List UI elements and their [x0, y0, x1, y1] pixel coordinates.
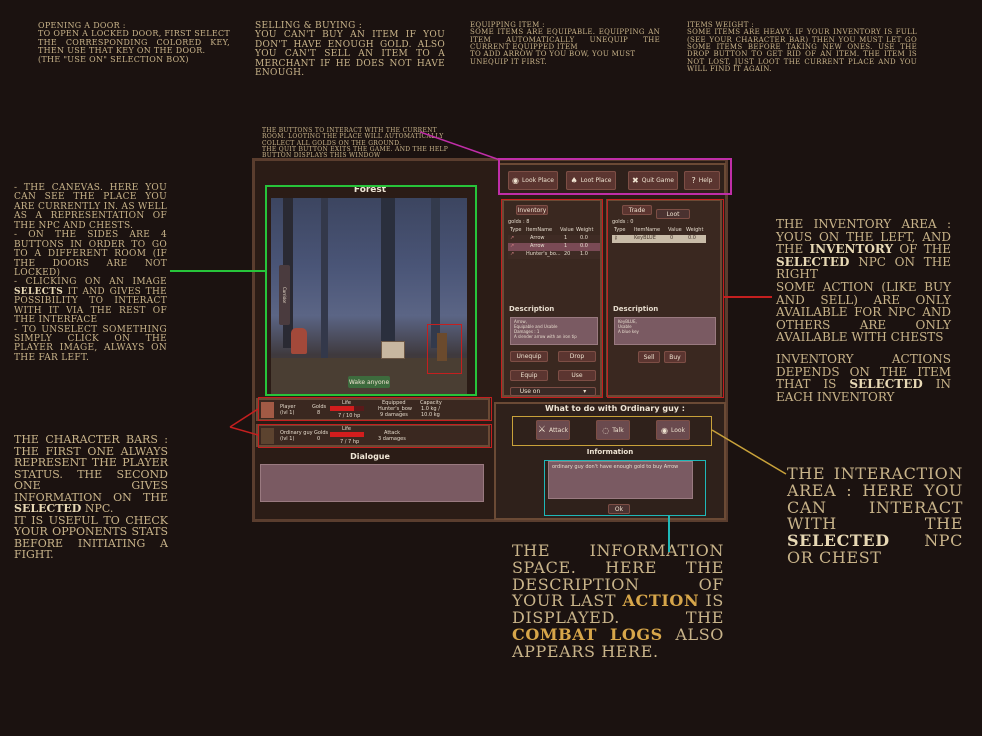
bars-pointer — [229, 408, 259, 436]
chevron-down-icon: ▾ — [583, 388, 587, 395]
note-inventory-area: The inventory area : yous on the left, a… — [776, 217, 951, 404]
player-inventory-table: Type ItemName Value Weight ↗ Arrow 1 0.0… — [508, 227, 600, 259]
dialogue-box — [260, 464, 484, 502]
tab-loot[interactable]: Loot — [656, 209, 690, 219]
bag-icon: ♠ — [570, 176, 578, 185]
eye-icon: ◉ — [660, 425, 668, 435]
tab-trade[interactable]: Trade — [622, 205, 652, 215]
room-buttons-panel: ◉ Look Place ♠ Loot Place ✖ Quit Game ? Help — [498, 163, 726, 195]
arrow-icon: ↗ — [510, 243, 515, 249]
talk-button[interactable]: ◌ Talk — [596, 420, 630, 440]
use-on-select[interactable]: Use on ▾ — [510, 387, 596, 396]
cross-icon: ✖ — [631, 176, 639, 185]
inventory-pointer — [724, 296, 772, 298]
description-title: Description — [509, 305, 555, 313]
use-button[interactable]: Use — [558, 370, 596, 381]
swords-icon: ⚔ — [537, 425, 546, 435]
avatar[interactable] — [261, 402, 274, 418]
information-box: ordinary guy don't have enough gold to b… — [548, 461, 693, 499]
interaction-pointer — [711, 429, 787, 475]
arrow-icon: ↗ — [510, 235, 515, 241]
npc-sprite[interactable] — [437, 333, 447, 361]
note-canvas: - The canevas. Here you can see the plac… — [14, 183, 167, 363]
player-gold: golds : 8 — [508, 219, 530, 225]
life-bar — [330, 406, 364, 411]
key-icon: ⚷ — [614, 235, 618, 241]
question-icon: ? — [691, 176, 696, 185]
npc-gold: golds : 0 — [612, 219, 634, 225]
table-header: Type ItemName Value Weight — [614, 227, 704, 233]
speech-bubble-icon: ◌ — [602, 425, 610, 435]
tab-inventory[interactable]: Inventory — [516, 205, 548, 215]
what-to-do-title: What to do with Ordinary guy : — [545, 404, 685, 413]
avatar[interactable] — [261, 428, 274, 444]
item-description: Arrow, Equipable and Usable Damages : 1 … — [510, 317, 598, 345]
place-canvas[interactable]: Wake anyone — [271, 198, 467, 394]
buy-button[interactable]: Buy — [664, 351, 686, 363]
dialogue-title: Dialogue — [350, 452, 390, 461]
wake-anyone-button[interactable]: Wake anyone — [348, 376, 390, 388]
bow-icon: ↗ — [510, 251, 515, 257]
unequip-button[interactable]: Unequip — [510, 351, 548, 362]
tree-trunk — [431, 198, 440, 348]
player-inventory-panel: Inventory golds : 8 Type ItemName Value … — [502, 199, 602, 397]
life-bar — [330, 432, 364, 437]
buttons-pointer — [420, 131, 501, 161]
npc-status-bar: Ordinary guy (lvl 1) Golds 0 Life 7 / 7 … — [256, 424, 490, 447]
note-opening-door: Opening a door : To open a locked door, … — [38, 21, 231, 64]
equip-button[interactable]: Equip — [510, 370, 548, 381]
corridor-door-button[interactable]: Corridor — [279, 265, 290, 325]
information-pointer — [668, 516, 670, 552]
description-title: Description — [613, 305, 659, 313]
player-status-bar: Player (lvl 1) Golds 8 Life 7 / 10 hp Eq… — [256, 398, 490, 421]
look-place-button[interactable]: ◉ Look Place — [508, 171, 558, 190]
note-items-weight: Items weight : Some items are heavy. If … — [687, 21, 917, 74]
table-row[interactable]: ↗ Arrow 1 0.0 — [508, 243, 600, 251]
table-header: Type ItemName Value Weight — [510, 227, 594, 233]
table-row[interactable]: ↗ Arrow 1 0.0 — [508, 235, 600, 243]
quit-game-button[interactable]: ✖ Quit Game — [628, 171, 678, 190]
help-button[interactable]: ? Help — [684, 171, 720, 190]
ok-button[interactable]: Ok — [608, 504, 630, 514]
eye-icon: ◉ — [512, 176, 520, 185]
information-title: Information — [586, 448, 634, 456]
table-row[interactable]: ↗ Hunter's_bo... 20 1.0 — [508, 251, 600, 259]
canvas-pointer — [170, 270, 265, 272]
item-description: KeyBLUE, Usable A blue key — [614, 317, 716, 345]
table-row[interactable]: ⚷ KeyBLUE 0 0.0 — [612, 235, 706, 243]
note-information-space: The information space. Here the descript… — [512, 541, 724, 661]
place-title: Forest — [353, 185, 387, 195]
loot-place-button[interactable]: ♠ Loot Place — [566, 171, 616, 190]
tree-trunk — [321, 198, 328, 358]
attack-button[interactable]: ⚔ Attack — [536, 420, 570, 440]
note-selling-buying: Selling & Buying : You can't buy an item… — [255, 21, 445, 79]
npc-inventory-table: Type ItemName Value Weight ⚷ KeyBLUE 0 0… — [612, 227, 718, 243]
note-interaction-area: The interaction area : here you can inte… — [787, 464, 963, 567]
player-sprite[interactable] — [291, 328, 307, 354]
npc-inventory-panel: Trade Loot golds : 0 Type ItemName Value… — [606, 199, 722, 397]
look-button[interactable]: ◉ Look — [656, 420, 690, 440]
drop-button[interactable]: Drop — [558, 351, 596, 362]
note-character-bars: The character bars : the first one alway… — [14, 433, 168, 562]
sell-button[interactable]: Sell — [638, 351, 660, 363]
chest-sprite[interactable] — [381, 341, 405, 359]
note-equipping: Equipping item : Some items are equipabl… — [470, 21, 660, 66]
